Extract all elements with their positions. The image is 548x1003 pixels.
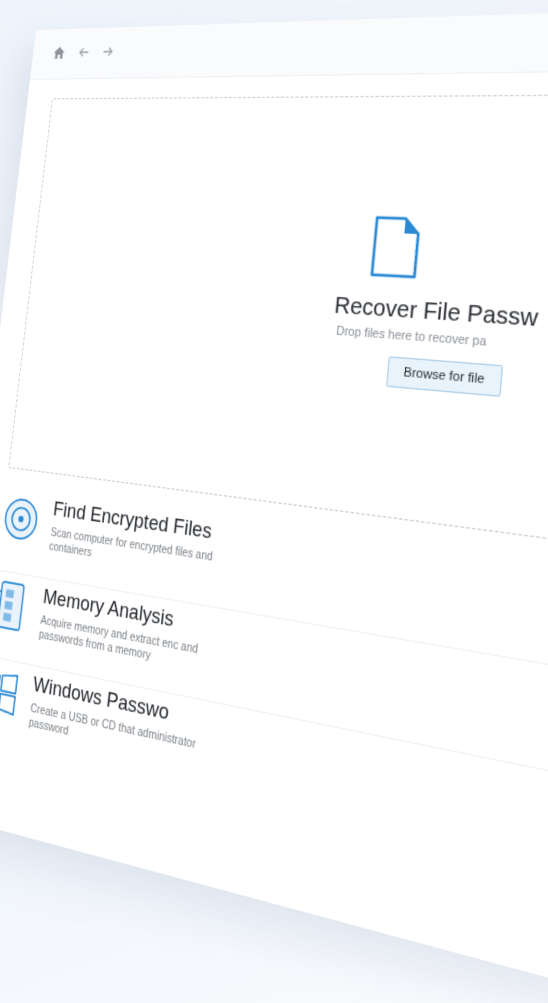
- memory-chip-icon: [0, 579, 32, 633]
- app-window: Recover File Passw Drop files here to re…: [0, 7, 548, 1003]
- windows-logo-icon: [0, 665, 22, 721]
- arrow-left-icon[interactable]: [75, 42, 94, 62]
- app-perspective-scene: Recover File Passw Drop files here to re…: [0, 0, 548, 728]
- home-icon[interactable]: [50, 43, 69, 63]
- browse-for-file-button[interactable]: Browse for file: [386, 356, 503, 397]
- file-drop-zone[interactable]: Recover File Passw Drop files here to re…: [8, 94, 548, 556]
- arrow-right-icon[interactable]: [98, 41, 117, 61]
- navigation-toolbar: [30, 7, 548, 80]
- disk-scan-icon: [0, 493, 42, 545]
- document-icon: [368, 214, 423, 280]
